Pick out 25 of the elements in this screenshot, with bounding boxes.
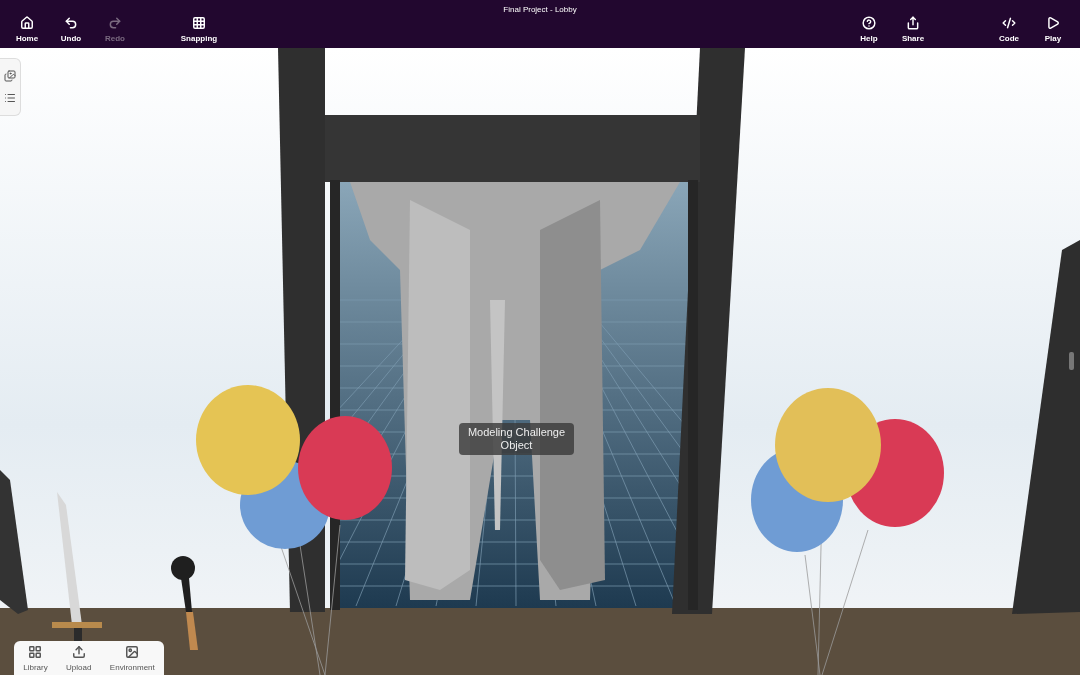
snapping-button[interactable]: Snapping <box>177 16 221 45</box>
share-button[interactable]: Share <box>891 16 935 45</box>
redo-icon <box>108 16 122 30</box>
environment-button[interactable]: Environment <box>105 644 159 674</box>
picture-icon <box>125 644 140 659</box>
play-button[interactable]: Play <box>1031 16 1075 45</box>
upload-icon <box>71 644 86 659</box>
list-icon[interactable] <box>4 92 16 104</box>
share-icon <box>906 16 920 30</box>
home-button[interactable]: Home <box>5 16 49 45</box>
gallery-icon[interactable] <box>4 70 16 82</box>
undo-icon <box>64 16 78 30</box>
code-icon <box>1002 16 1016 30</box>
help-button[interactable]: Help <box>847 16 891 45</box>
code-button[interactable]: Code <box>987 16 1031 45</box>
library-button[interactable]: Library <box>19 644 52 674</box>
home-icon <box>20 16 34 30</box>
window-title: Final Project - Lobby <box>502 4 578 16</box>
upload-button[interactable]: Upload <box>62 644 96 674</box>
grid-icon <box>192 16 206 30</box>
grid-icon <box>28 644 43 659</box>
play-icon <box>1046 16 1060 30</box>
object-label: Modeling Challenge Object <box>459 423 574 455</box>
undo-button[interactable]: Undo <box>49 16 93 45</box>
help-icon <box>862 16 876 30</box>
